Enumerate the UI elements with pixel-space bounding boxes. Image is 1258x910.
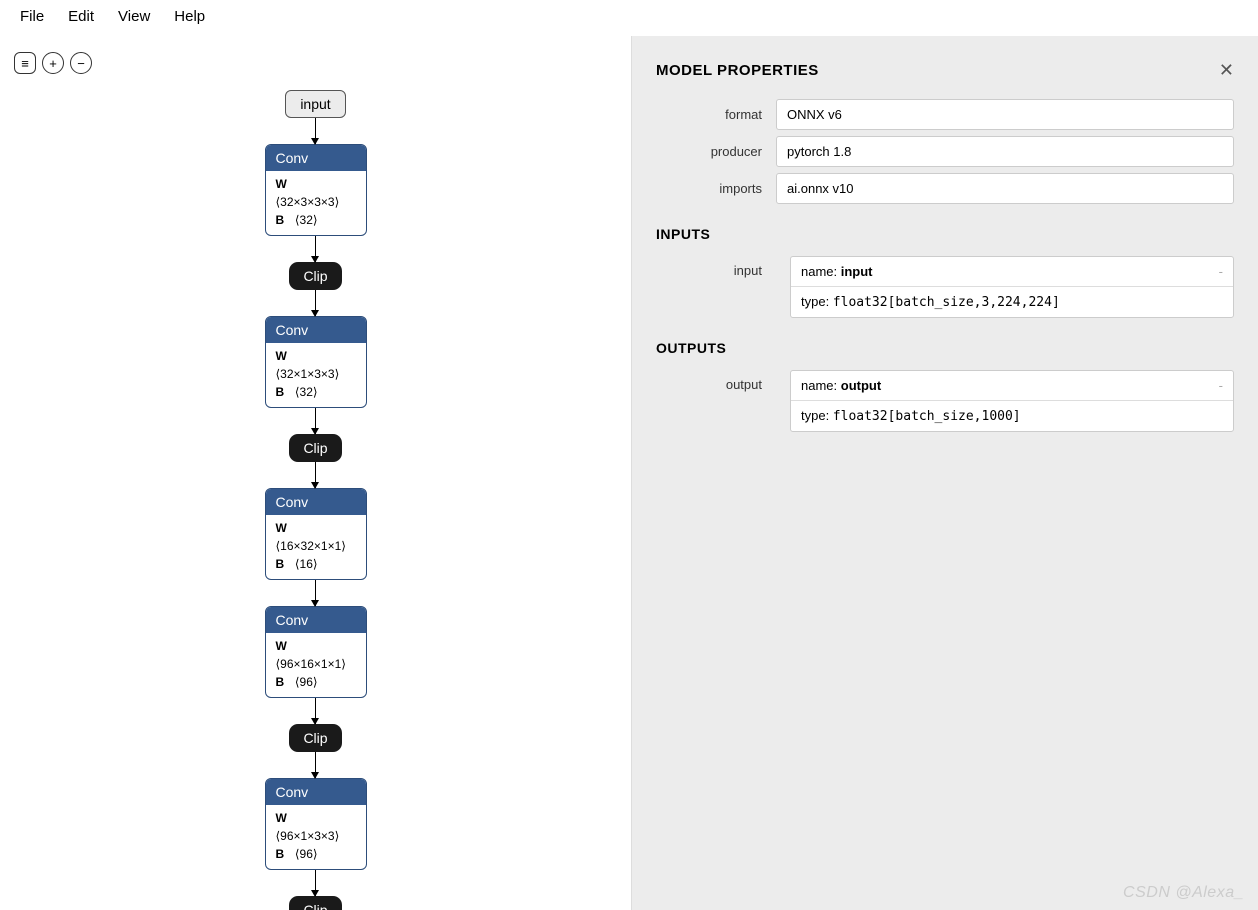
conv-params: W ⟨16×32×1×1⟩B ⟨16⟩: [266, 515, 366, 579]
clip-node[interactable]: Clip: [289, 896, 341, 910]
zoom-in-button[interactable]: +: [42, 52, 64, 74]
conv-node[interactable]: ConvW ⟨16×32×1×1⟩B ⟨16⟩: [265, 488, 367, 580]
menu-help[interactable]: Help: [164, 6, 215, 27]
input-detail: name: input- type: float32[batch_size,3,…: [790, 256, 1234, 318]
conv-node[interactable]: ConvW ⟨96×1×3×3⟩B ⟨96⟩: [265, 778, 367, 870]
arrow: [315, 698, 316, 724]
clip-node[interactable]: Clip: [289, 724, 341, 752]
arrow: [315, 580, 316, 606]
conv-params: W ⟨96×1×3×3⟩B ⟨96⟩: [266, 805, 366, 869]
sidebar-toggle-button[interactable]: ≡: [14, 52, 36, 74]
toolbar: ≡ + −: [0, 46, 106, 80]
arrow: [315, 290, 316, 316]
output-detail: name: output- type: float32[batch_size,1…: [790, 370, 1234, 432]
inputs-heading: INPUTS: [656, 226, 1234, 242]
arrow: [315, 118, 316, 144]
input-node[interactable]: input: [285, 90, 345, 118]
conv-params: W ⟨32×3×3×3⟩B ⟨32⟩: [266, 171, 366, 235]
watermark: CSDN @Alexa_: [1123, 884, 1244, 902]
arrow: [315, 870, 316, 896]
arrow: [315, 236, 316, 262]
properties-panel: MODEL PROPERTIES ✕ format ONNX v6 produc…: [632, 36, 1258, 910]
conv-params: W ⟨96×16×1×1⟩B ⟨96⟩: [266, 633, 366, 697]
imports-label: imports: [656, 181, 776, 196]
input-row-label: input: [656, 263, 776, 278]
outputs-heading: OUTPUTS: [656, 340, 1234, 356]
arrow: [315, 752, 316, 778]
conv-title: Conv: [266, 145, 366, 171]
arrow: [315, 462, 316, 488]
clip-node[interactable]: Clip: [289, 434, 341, 462]
conv-node[interactable]: ConvW ⟨32×1×3×3⟩B ⟨32⟩: [265, 316, 367, 408]
format-label: format: [656, 107, 776, 122]
graph-panel[interactable]: ≡ + − input ConvW ⟨32×3×3×3⟩B ⟨32⟩ClipCo…: [0, 36, 632, 910]
conv-node[interactable]: ConvW ⟨32×3×3×3⟩B ⟨32⟩: [265, 144, 367, 236]
conv-title: Conv: [266, 779, 366, 805]
zoom-out-button[interactable]: −: [70, 52, 92, 74]
graph: input ConvW ⟨32×3×3×3⟩B ⟨32⟩ClipConvW ⟨3…: [0, 36, 631, 910]
menu-view[interactable]: View: [108, 6, 160, 27]
imports-value: ai.onnx v10: [776, 173, 1234, 204]
menubar: File Edit View Help: [0, 0, 1258, 33]
clip-node[interactable]: Clip: [289, 262, 341, 290]
menu-edit[interactable]: Edit: [58, 6, 104, 27]
menu-file[interactable]: File: [10, 6, 54, 27]
close-icon[interactable]: ✕: [1219, 60, 1234, 81]
conv-title: Conv: [266, 489, 366, 515]
output-row-label: output: [656, 377, 776, 392]
main-area: ≡ + − input ConvW ⟨32×3×3×3⟩B ⟨32⟩ClipCo…: [0, 36, 1258, 910]
format-value: ONNX v6: [776, 99, 1234, 130]
conv-node[interactable]: ConvW ⟨96×16×1×1⟩B ⟨96⟩: [265, 606, 367, 698]
conv-title: Conv: [266, 607, 366, 633]
producer-value: pytorch 1.8: [776, 136, 1234, 167]
panel-title: MODEL PROPERTIES: [656, 62, 819, 79]
arrow: [315, 408, 316, 434]
conv-title: Conv: [266, 317, 366, 343]
conv-params: W ⟨32×1×3×3⟩B ⟨32⟩: [266, 343, 366, 407]
producer-label: producer: [656, 144, 776, 159]
